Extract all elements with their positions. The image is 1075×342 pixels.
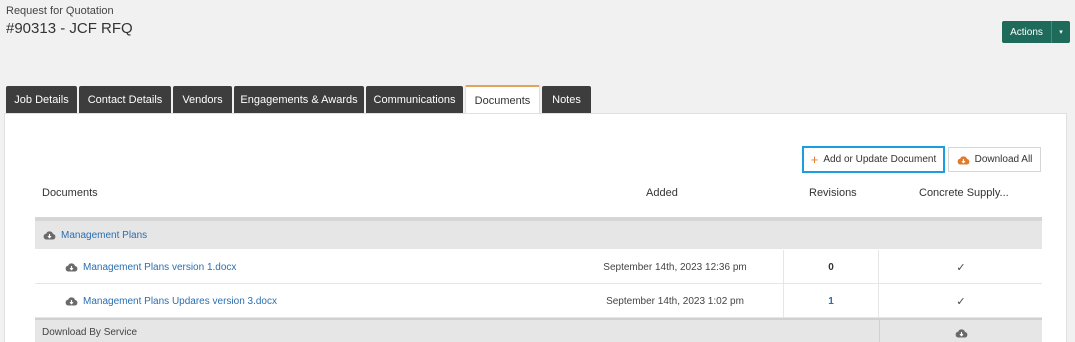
column-header-documents[interactable]: Documents: [42, 187, 98, 199]
download-by-service-label: Download By Service: [42, 327, 138, 338]
cloud-download-icon[interactable]: [43, 230, 56, 240]
download-all-label: Download All: [974, 154, 1033, 165]
cloud-download-icon: [957, 155, 970, 165]
tab-job-details[interactable]: Job Details: [6, 86, 77, 114]
revisions-count: 0: [783, 250, 879, 284]
plus-icon: +: [810, 152, 819, 167]
tab-bar: Job Details Contact Details Vendors Enga…: [6, 85, 591, 114]
service-download-cell: [879, 320, 1042, 342]
check-icon: ✓: [956, 295, 966, 308]
document-link[interactable]: Management Plans Updares version 3.docx: [83, 296, 277, 307]
document-name-cell: Management Plans Updares version 3.docx: [65, 284, 277, 318]
download-all-button[interactable]: Download All: [948, 147, 1041, 172]
download-by-service-row: Download By Service: [35, 318, 1042, 342]
add-or-update-document-button[interactable]: + Add or Update Document: [802, 146, 945, 173]
actions-button[interactable]: Actions ▾: [1002, 21, 1070, 43]
tab-documents[interactable]: Documents: [465, 85, 540, 114]
document-link[interactable]: Management Plans version 1.docx: [83, 262, 236, 273]
tab-contact-details[interactable]: Contact Details: [79, 86, 171, 114]
column-header-revisions[interactable]: Revisions: [809, 187, 857, 199]
cloud-download-icon[interactable]: [955, 328, 968, 338]
page-subtitle: Request for Quotation: [6, 5, 114, 17]
tab-vendors[interactable]: Vendors: [173, 86, 232, 114]
chevron-down-icon[interactable]: ▾: [1052, 21, 1070, 43]
added-date: September 14th, 2023 1:02 pm: [606, 295, 744, 307]
actions-label[interactable]: Actions: [1002, 21, 1052, 43]
folder-row-management-plans[interactable]: Management Plans: [35, 221, 1042, 249]
document-name-cell: Management Plans version 1.docx: [65, 250, 236, 284]
table-row: Management Plans Updares version 3.docx …: [35, 284, 1042, 318]
table-row: Management Plans version 1.docx Septembe…: [35, 250, 1042, 284]
check-icon: ✓: [956, 261, 966, 274]
revisions-count-link[interactable]: 1: [783, 284, 879, 318]
folder-link[interactable]: Management Plans: [61, 230, 147, 241]
add-or-update-document-label: Add or Update Document: [823, 154, 937, 165]
added-date: September 14th, 2023 12:36 pm: [603, 261, 747, 273]
cloud-download-icon[interactable]: [65, 262, 78, 272]
cloud-download-icon[interactable]: [65, 296, 78, 306]
tab-notes[interactable]: Notes: [542, 86, 591, 114]
tab-engagements-awards[interactable]: Engagements & Awards: [234, 86, 364, 114]
tab-communications[interactable]: Communications: [366, 86, 463, 114]
column-header-added[interactable]: Added: [646, 187, 678, 199]
column-header-vendor[interactable]: Concrete Supply...: [919, 187, 1009, 199]
page-title: #90313 - JCF RFQ: [6, 20, 133, 37]
